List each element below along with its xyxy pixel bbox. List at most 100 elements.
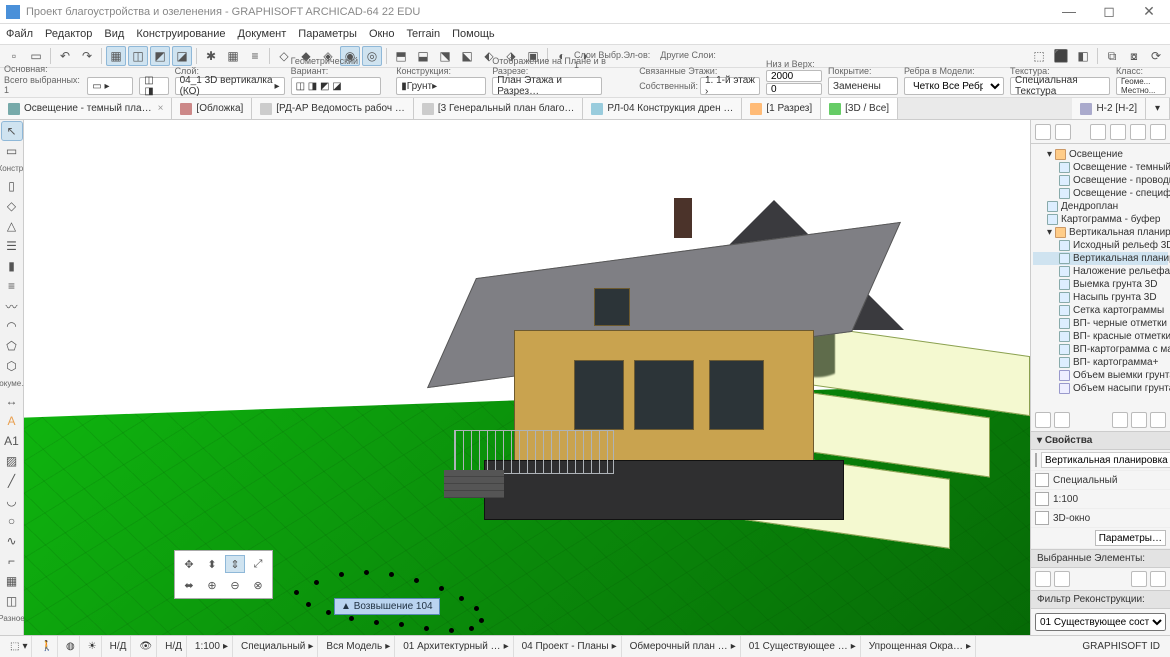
texture-dropdown[interactable]: Специальная Текстура (1010, 77, 1110, 95)
nav-mode-view-icon[interactable] (1055, 124, 1071, 140)
label-tool[interactable]: A1 (2, 432, 22, 450)
morph-mode-icon[interactable]: ◪ (172, 46, 192, 66)
nav-action5-icon[interactable] (1150, 412, 1166, 428)
open-icon[interactable]: ▭ (26, 46, 46, 66)
nav-tab3-icon[interactable] (1130, 124, 1146, 140)
tool-x1-icon[interactable]: ⬚ (1029, 46, 1049, 66)
sb-walk-icon[interactable]: 🚶 (40, 641, 52, 652)
navigator-tree[interactable]: ▾Освещение Освещение - темный пла Освеще… (1031, 144, 1170, 409)
pet-stretch-icon[interactable]: ⤢ (248, 555, 268, 573)
object-tool[interactable]: ⬡ (2, 357, 22, 375)
roof-tool[interactable]: △ (2, 217, 22, 235)
sb-layer2[interactable]: Вся Модель (326, 641, 382, 652)
surface-dropdown[interactable]: Заменены (828, 77, 898, 95)
tab-sheet2[interactable]: [3 Генеральный план благо… (414, 98, 584, 119)
sel-ic4[interactable] (1150, 571, 1166, 587)
maximize-button[interactable]: ◻ (1094, 3, 1124, 20)
construction-dropdown[interactable]: ▮ Грунт ▸ (396, 77, 486, 95)
nav-action1-icon[interactable] (1035, 412, 1051, 428)
mesh-edit-points[interactable] (284, 550, 524, 630)
tool-h-icon[interactable]: ⬔ (435, 46, 455, 66)
sb-zoom[interactable]: 1:100 (195, 641, 220, 652)
menu-window[interactable]: Окно (369, 28, 395, 40)
nav-tab2-icon[interactable] (1110, 124, 1126, 140)
marquee-tool[interactable]: ▭ (2, 142, 22, 160)
sb-combo2[interactable]: 04 Проект - Планы (522, 641, 609, 652)
pet-elev-all-icon[interactable]: ⇕ (225, 555, 245, 573)
sb-combo1[interactable]: 01 Архитектурный … (403, 641, 500, 652)
grid-icon[interactable]: ▦ (223, 46, 243, 66)
graphisoft-id[interactable]: GRAPHISOFT ID (1082, 641, 1160, 652)
menu-help[interactable]: Помощь (452, 28, 495, 40)
sb-combo5[interactable]: Упрощенная Окра… (869, 641, 963, 652)
pet-add-icon[interactable]: ⊕ (202, 576, 222, 594)
section-tool[interactable]: ◫ (2, 592, 22, 610)
circle-tool[interactable]: ○ (2, 512, 22, 530)
menu-edit[interactable]: Редактор (45, 28, 92, 40)
menu-file[interactable]: Файл (6, 28, 33, 40)
sel-ic2[interactable] (1054, 571, 1070, 587)
tool-g-icon[interactable]: ⬓ (413, 46, 433, 66)
nav-action4-icon[interactable] (1131, 412, 1147, 428)
tab-cover[interactable]: [Обложка] (172, 98, 252, 119)
reno-filter-select[interactable]: 01 Существующее состояние (1035, 613, 1166, 631)
tab-sheet3[interactable]: РЛ-04 Конструкция дрен … (583, 98, 742, 119)
tool-x5-icon[interactable]: ⧇ (1124, 46, 1144, 66)
slab-tool[interactable]: ◇ (2, 197, 22, 215)
fill-tool[interactable]: ▨ (2, 452, 22, 470)
nav-mode-project-icon[interactable] (1035, 124, 1051, 140)
menu-terrain[interactable]: Terrain (407, 28, 441, 40)
tab-sheet1[interactable]: [РД-АР Ведомость рабоч … (252, 98, 414, 119)
plan-display-dropdown[interactable]: План Этажа и Разрез… (492, 77, 602, 95)
tab-section[interactable]: [1 Разрез] (742, 98, 821, 119)
sb-combo3[interactable]: Обмерочный план … (630, 641, 728, 652)
params-button[interactable]: Параметры… (1095, 530, 1166, 546)
3d-viewport[interactable]: ✥ ⬍ ⇕ ⤢ ⬌ ⊕ ⊖ ⊗ ▲ Возвышение 104 (24, 120, 1030, 635)
mesh-tool[interactable]: 〰 (2, 297, 22, 315)
tool-x6-icon[interactable]: ⟳ (1146, 46, 1166, 66)
redo-icon[interactable]: ↷ (77, 46, 97, 66)
tool-i-icon[interactable]: ⬕ (457, 46, 477, 66)
spline-tool[interactable]: ∿ (2, 532, 22, 550)
line-tool[interactable]: ╱ (2, 472, 22, 490)
pet-sub-icon[interactable]: ⊖ (225, 576, 245, 594)
tool-f-icon[interactable]: ⬒ (391, 46, 411, 66)
elevation-top-input[interactable] (766, 70, 822, 82)
menu-view[interactable]: Вид (104, 28, 124, 40)
arc-tool[interactable]: ◡ (2, 492, 22, 510)
sb-sun-icon[interactable]: ☀ (88, 641, 97, 652)
sb-cube-icon[interactable]: ⬚ (10, 641, 19, 652)
dimension-tool[interactable]: ↔ (2, 392, 22, 410)
sb-car-icon[interactable]: ◍ (66, 641, 75, 652)
shell-mode-icon[interactable]: ◩ (150, 46, 170, 66)
tab-lighting[interactable]: Освещение - темный пла…× (0, 98, 172, 119)
edges-dropdown[interactable]: Четко Все Ребра (904, 77, 1004, 95)
nav-action3-icon[interactable] (1112, 412, 1128, 428)
class-dropdown[interactable]: Геоме... Местно... (1116, 77, 1166, 95)
wall-tool[interactable]: ▯ (2, 177, 22, 195)
infobox-slot2[interactable]: ◫ ◨ (139, 77, 168, 95)
prop-name-input[interactable] (1041, 452, 1170, 468)
slab-mode-icon[interactable]: ◫ (128, 46, 148, 66)
tab-overflow[interactable]: ▾ (1146, 98, 1170, 119)
geomvar-buttons[interactable]: ◫ ◨ ◩ ◪ (291, 77, 381, 95)
polyline-tool[interactable]: ⌐ (2, 552, 22, 570)
menu-options[interactable]: Параметры (298, 28, 357, 40)
pet-bool-icon[interactable]: ⊗ (248, 576, 268, 594)
column-tool[interactable]: ▮ (2, 257, 22, 275)
tab-grid[interactable]: Н-2 [Н-2] (1072, 98, 1146, 119)
mesh-mode-icon[interactable]: ▦ (106, 46, 126, 66)
arrow-tool[interactable]: ↖ (2, 122, 22, 140)
beam-tool[interactable]: ☰ (2, 237, 22, 255)
nav-tab4-icon[interactable] (1150, 124, 1166, 140)
pet-offset-icon[interactable]: ⬌ (179, 576, 199, 594)
pet-move-icon[interactable]: ✥ (179, 555, 199, 573)
pet-palette[interactable]: ✥ ⬍ ⇕ ⤢ ⬌ ⊕ ⊖ ⊗ (174, 550, 273, 599)
infobox-slot1[interactable]: ▭ ▸ (87, 77, 133, 95)
drawing-tool[interactable]: ▦ (2, 572, 22, 590)
morph-tool[interactable]: ⬠ (2, 337, 22, 355)
minimize-button[interactable]: ― (1054, 3, 1084, 20)
tool-x2-icon[interactable]: ⬛ (1051, 46, 1071, 66)
shell-tool[interactable]: ◠ (2, 317, 22, 335)
sb-combo4[interactable]: 01 Существующее … (749, 641, 848, 652)
